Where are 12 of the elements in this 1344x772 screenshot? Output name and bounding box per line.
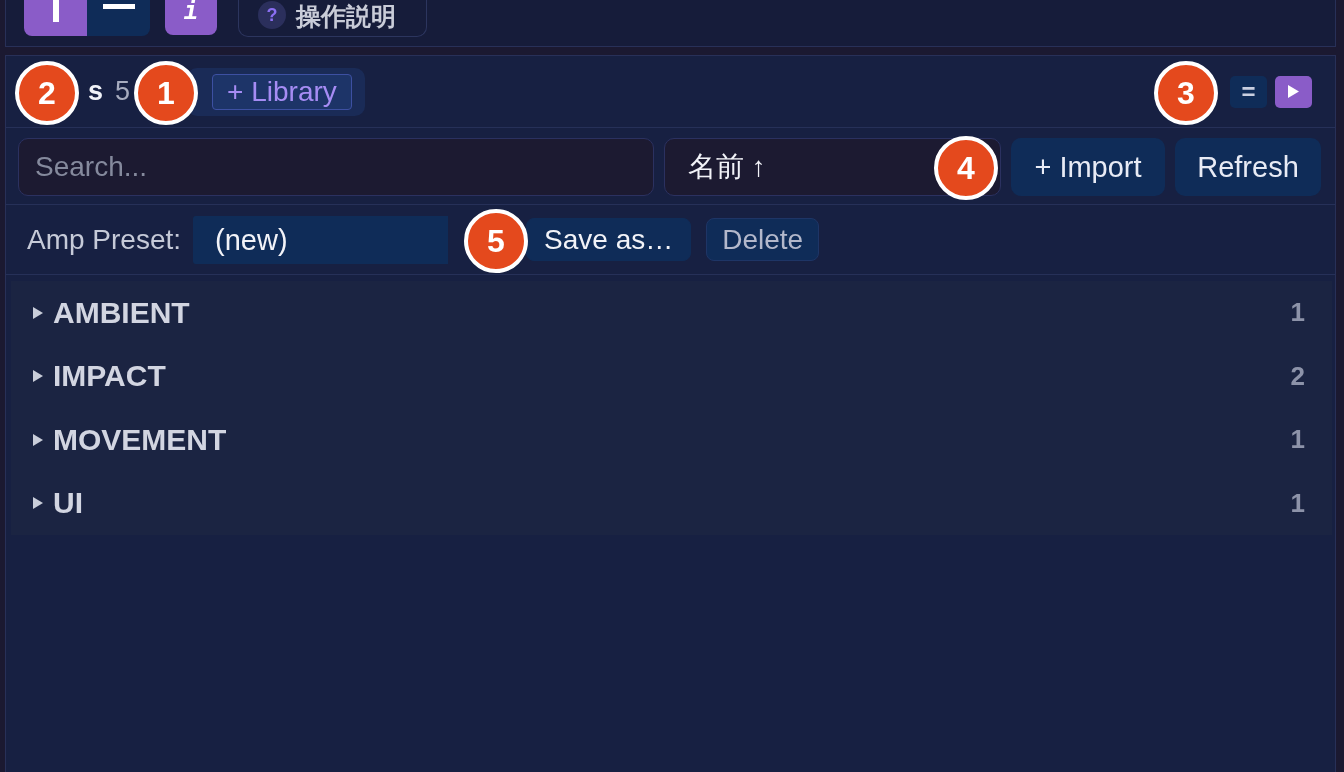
category-count: 1 xyxy=(1290,424,1305,456)
preset-label: Amp Preset: xyxy=(27,223,182,256)
category-count: 2 xyxy=(1290,360,1305,392)
category-count: 1 xyxy=(1290,297,1305,329)
category-name: IMPACT xyxy=(53,359,166,394)
category-name: UI xyxy=(53,486,83,521)
category-name: MOVEMENT xyxy=(53,422,227,457)
item-count: 5 xyxy=(115,76,131,107)
panel-title: s xyxy=(88,76,104,107)
category-count: 1 xyxy=(1290,487,1305,519)
help-icon: ? xyxy=(258,1,286,29)
category-name: AMBIENT xyxy=(53,295,190,330)
